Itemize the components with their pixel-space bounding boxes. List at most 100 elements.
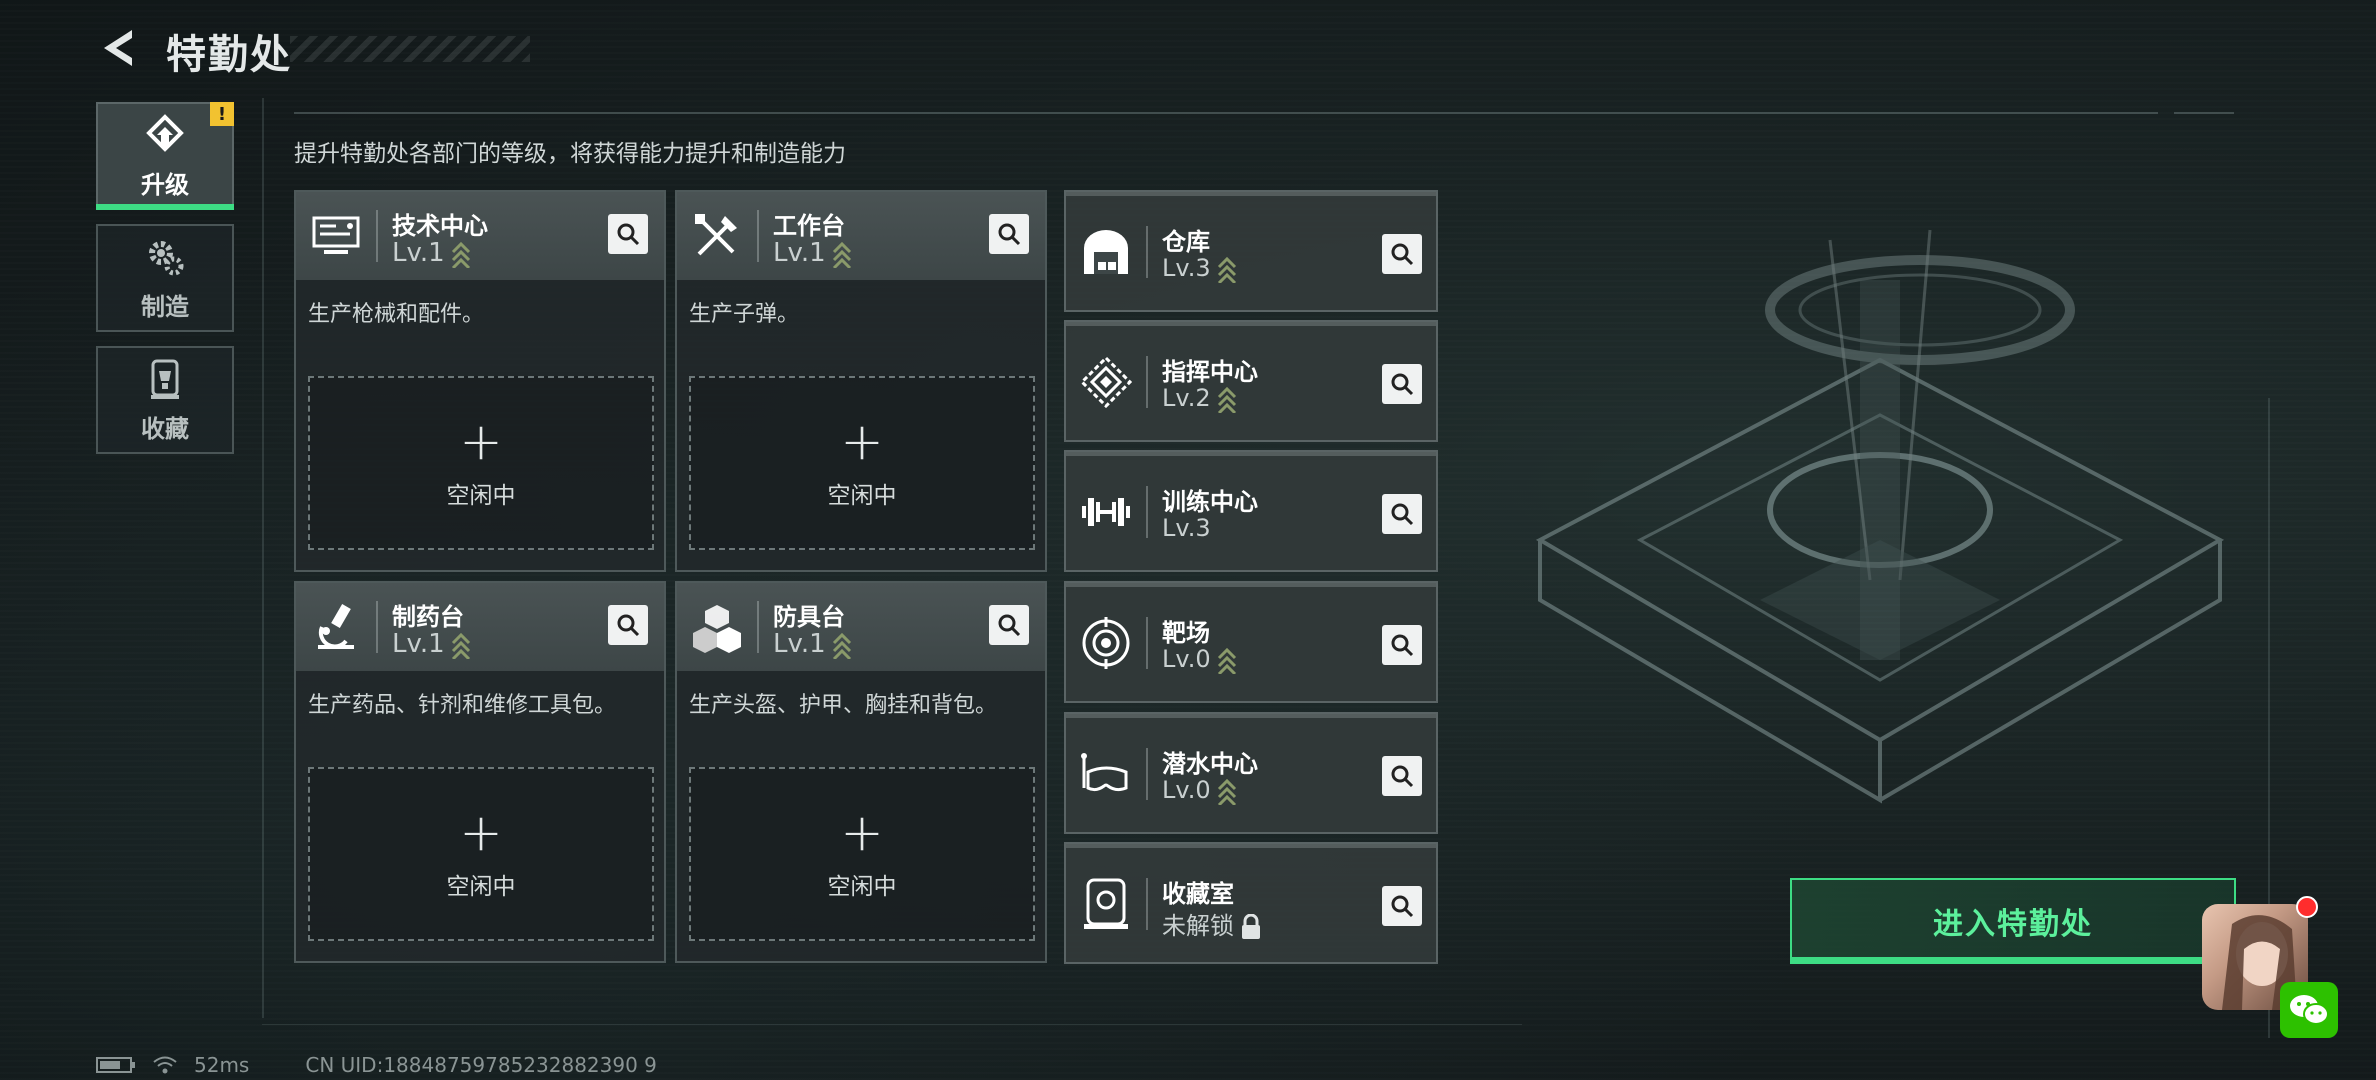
title-decoration	[290, 36, 530, 62]
search-button[interactable]	[608, 605, 648, 645]
search-icon	[617, 223, 640, 246]
card-level: Lv.0	[1162, 776, 1237, 805]
upgrade-chevron-icon	[451, 241, 470, 268]
search-button[interactable]	[1382, 625, 1422, 665]
production-card-workbench[interactable]: 工作台 Lv.1 生产子弹。 + 空闲中	[675, 190, 1047, 572]
plus-icon: +	[459, 803, 503, 863]
enter-special-ops-button[interactable]: 进入特勤处	[1790, 878, 2236, 964]
level-text: Lv.1	[773, 238, 826, 268]
plus-icon: +	[840, 412, 884, 472]
level-text: Lv.2	[1162, 384, 1211, 412]
search-button[interactable]	[608, 214, 648, 254]
search-button[interactable]	[1382, 756, 1422, 796]
production-card-tech-center[interactable]: 技术中心 Lv.1 生产枪械和配件。 + 空闲中	[294, 190, 666, 572]
level-text: Lv.1	[773, 629, 826, 659]
card-header: 防具台 Lv.1	[677, 583, 1045, 671]
warning-badge: !	[210, 102, 234, 126]
card-level: Lv.1	[773, 238, 852, 268]
card-title: 技术中心	[392, 212, 488, 240]
warehouse-icon	[1084, 230, 1128, 274]
upgrade-chevron-icon	[832, 241, 851, 268]
header-separator	[1146, 878, 1148, 930]
level-text: Lv.0	[1162, 645, 1211, 673]
search-button[interactable]	[1382, 234, 1422, 274]
search-icon	[998, 614, 1021, 637]
search-button[interactable]	[1382, 886, 1422, 926]
cubes-icon	[693, 605, 741, 653]
upgrade-icon	[146, 113, 184, 152]
production-card-armor-bench[interactable]: 防具台 Lv.1 生产头盔、护甲、胸挂和背包。 + 空闲中	[675, 581, 1047, 963]
target-icon	[1082, 617, 1130, 669]
upgrade-chevron-icon	[1217, 256, 1236, 283]
header-separator	[1146, 748, 1148, 800]
slot-status: 空闲中	[446, 874, 516, 900]
gear-icon	[149, 240, 184, 275]
search-icon	[1391, 765, 1414, 788]
header-separator	[757, 210, 759, 262]
production-slot[interactable]: + 空闲中	[689, 376, 1035, 550]
card-level: 未解锁	[1162, 906, 1262, 941]
tab-upgrade[interactable]: ! 升级	[96, 102, 234, 210]
status-bar: 52ms CN UID:18848759785232882390 9	[96, 1052, 657, 1078]
production-card-pharmacy[interactable]: 制药台 Lv.1 生产药品、针剂和维修工具包。 + 空闲中	[294, 581, 666, 963]
command-icon	[1080, 356, 1132, 408]
production-slot[interactable]: + 空闲中	[308, 767, 654, 941]
card-level: Lv.2	[1162, 384, 1237, 413]
wechat-button[interactable]	[2280, 982, 2338, 1038]
tools-icon	[695, 214, 737, 256]
card-header: 工作台 Lv.1	[677, 192, 1045, 280]
page-title: 特勤处	[166, 32, 292, 78]
search-button[interactable]	[1382, 364, 1422, 404]
card-level: Lv.1	[773, 629, 852, 659]
plus-icon: +	[459, 412, 503, 472]
header-separator	[376, 601, 378, 653]
facility-card-warehouse[interactable]: 仓库 Lv.3	[1064, 190, 1438, 312]
uid-text: CN UID:18848759785232882390 9	[305, 1053, 657, 1077]
level-text: Lv.1	[392, 629, 445, 659]
back-button[interactable]	[98, 26, 142, 70]
card-level: Lv.3	[1162, 514, 1211, 542]
search-button[interactable]	[989, 605, 1029, 645]
lock-status-text: 未解锁	[1162, 912, 1234, 940]
wechat-icon	[2290, 995, 2329, 1025]
enter-button-label: 进入特勤处	[1933, 907, 2093, 942]
notification-dot	[2296, 896, 2318, 918]
computer-icon	[312, 216, 360, 254]
base-blueprint-illustration	[1535, 229, 2225, 804]
card-title: 收藏室	[1162, 880, 1234, 908]
card-title: 靶场	[1162, 619, 1210, 647]
card-description: 生产头盔、护甲、胸挂和背包。	[689, 693, 998, 718]
card-title: 制药台	[392, 603, 464, 631]
level-text: Lv.0	[1162, 776, 1211, 804]
dumbbell-icon	[1082, 498, 1130, 526]
trophy-icon	[151, 359, 179, 399]
facility-card-shooting-range[interactable]: 靶场 Lv.0	[1064, 581, 1438, 703]
search-button[interactable]	[989, 214, 1029, 254]
facility-card-collection-room[interactable]: 收藏室 未解锁	[1064, 842, 1438, 964]
tab-manufacture[interactable]: 制造	[96, 224, 234, 332]
production-slot[interactable]: + 空闲中	[689, 767, 1035, 941]
slot-status: 空闲中	[827, 483, 897, 509]
header-separator	[1146, 356, 1148, 408]
production-slot[interactable]: + 空闲中	[308, 376, 654, 550]
card-title: 工作台	[773, 212, 845, 240]
header-line	[294, 112, 2158, 114]
lock-icon	[1242, 914, 1260, 939]
upgrade-chevron-icon	[832, 632, 851, 659]
facility-card-diving-center[interactable]: 潜水中心 Lv.0	[1064, 712, 1438, 834]
facility-card-training-center[interactable]: 训练中心 Lv.3	[1064, 450, 1438, 572]
search-button[interactable]	[1382, 494, 1422, 534]
search-icon	[1391, 895, 1414, 918]
section-subtitle: 提升特勤处各部门的等级，将获得能力提升和制造能力	[294, 141, 846, 167]
header-separator	[1146, 617, 1148, 669]
card-description: 生产枪械和配件。	[308, 302, 485, 327]
search-icon	[1391, 634, 1414, 657]
card-level: Lv.1	[392, 629, 471, 659]
search-icon	[617, 614, 640, 637]
card-description: 生产药品、针剂和维修工具包。	[308, 693, 617, 718]
facility-card-command-center[interactable]: 指挥中心 Lv.2	[1064, 320, 1438, 442]
upgrade-chevron-icon	[1217, 386, 1236, 413]
tab-collection[interactable]: 收藏	[96, 346, 234, 454]
bottom-decoration	[262, 1024, 1522, 1032]
tab-upgrade-label: 升级	[141, 170, 189, 199]
